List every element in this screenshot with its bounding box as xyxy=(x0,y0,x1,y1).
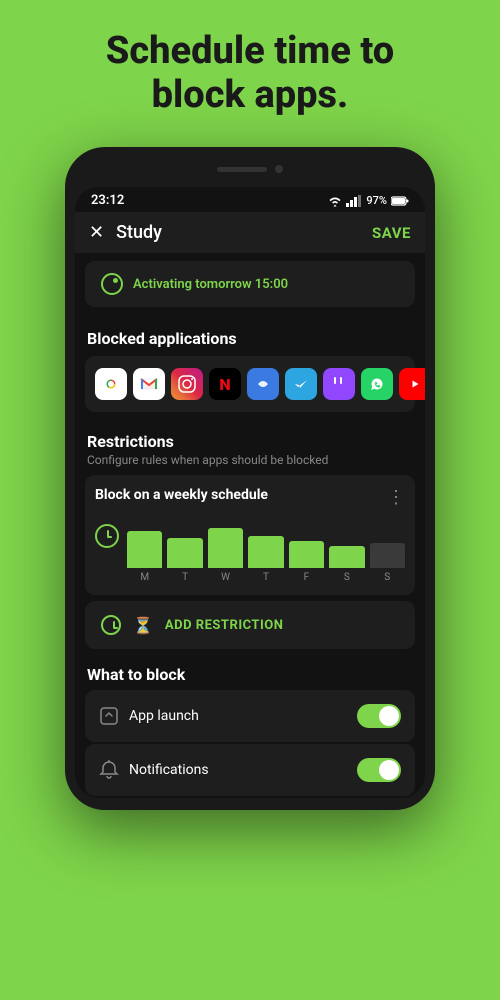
restrictions-title: Restrictions xyxy=(87,432,413,451)
camera-dot xyxy=(275,165,283,173)
save-button[interactable]: SAVE xyxy=(372,224,411,242)
blocked-apps-header: Blocked applications xyxy=(75,315,425,350)
days-row: M T W T F S S xyxy=(127,572,405,583)
title-line1: Schedule time to xyxy=(106,29,394,73)
bar-sun xyxy=(370,543,405,568)
restrictions-subtitle: Configure rules when apps should be bloc… xyxy=(87,453,413,467)
app-launch-toggle-row: App launch xyxy=(85,690,415,742)
activation-banner: Activating tomorrow 15:00 xyxy=(85,261,415,307)
day-thu: T xyxy=(248,572,283,583)
hourglass-icon: ⏳ xyxy=(133,616,153,635)
blocked-apps-title: Blocked applications xyxy=(87,329,413,348)
phone-notch xyxy=(200,159,300,179)
day-sat: S xyxy=(329,572,364,583)
app-icon-telegram[interactable] xyxy=(285,368,317,400)
status-icons: 97% xyxy=(328,194,409,207)
what-to-block-title: What to block xyxy=(87,665,413,684)
phone-notch-area xyxy=(75,159,425,187)
bars-row xyxy=(127,518,405,568)
phone-frame: 23:12 97% xyxy=(0,137,500,810)
app-icon-netflix[interactable]: N xyxy=(209,368,241,400)
app-icon-twitch[interactable] xyxy=(323,368,355,400)
app-launch-toggle[interactable] xyxy=(357,704,401,728)
chart-wrapper: M T W T F S S xyxy=(127,518,405,583)
battery-icon xyxy=(391,196,409,206)
day-tue: T xyxy=(167,572,202,583)
notifications-label: Notifications xyxy=(129,762,347,778)
app-icon-gmail[interactable] xyxy=(133,368,165,400)
phone-screen: 23:12 97% xyxy=(75,187,425,798)
add-restriction-button[interactable]: ⏳ ADD RESTRICTION xyxy=(85,601,415,649)
add-clock-icon xyxy=(101,615,121,635)
chart-title: Block on a weekly schedule xyxy=(95,487,268,503)
app-launch-label: App launch xyxy=(129,708,347,724)
notifications-toggle-row: Notifications xyxy=(85,744,415,796)
add-restriction-label[interactable]: ADD RESTRICTION xyxy=(165,618,284,633)
day-fri: F xyxy=(289,572,324,583)
phone: 23:12 97% xyxy=(65,147,435,810)
bar-tue xyxy=(167,538,202,568)
what-to-block-header: What to block xyxy=(75,655,425,688)
bar-mon xyxy=(127,531,162,569)
clock-icon xyxy=(95,524,119,548)
status-time: 23:12 xyxy=(91,193,124,208)
app-icon-whatsapp[interactable] xyxy=(361,368,393,400)
wifi-icon xyxy=(328,195,342,207)
app-icon-youtube[interactable] xyxy=(399,368,425,400)
signal-icon xyxy=(346,195,362,207)
status-bar: 23:12 97% xyxy=(75,187,425,212)
notifications-icon xyxy=(99,760,119,780)
chart-area: M T W T F S S xyxy=(95,518,405,583)
title-line2: block apps. xyxy=(152,73,349,117)
bar-fri xyxy=(289,541,324,569)
bar-sat xyxy=(329,546,364,569)
chart-more-button[interactable]: ⋮ xyxy=(387,487,405,508)
restrictions-header: Restrictions Configure rules when apps s… xyxy=(75,418,425,469)
app-launch-icon xyxy=(99,706,119,726)
page-title: Schedule time to block apps. xyxy=(0,0,500,137)
activation-icon xyxy=(101,273,123,295)
app-icon-relay[interactable] xyxy=(247,368,279,400)
app-icon-instagram[interactable] xyxy=(171,368,203,400)
clock-side xyxy=(95,518,119,548)
day-sun: S xyxy=(370,572,405,583)
day-wed: W xyxy=(208,572,243,583)
screen-title: Study xyxy=(116,222,360,243)
chart-header: Block on a weekly schedule ⋮ xyxy=(95,487,405,508)
bar-thu xyxy=(248,536,283,569)
battery-text: 97% xyxy=(366,194,387,207)
notifications-toggle[interactable] xyxy=(357,758,401,782)
bar-wed xyxy=(208,528,243,568)
apps-container: N xyxy=(85,356,415,412)
day-mon: M xyxy=(127,572,162,583)
app-bar: ✕ Study SAVE xyxy=(75,212,425,253)
speaker-bar xyxy=(217,167,267,172)
activation-text: Activating tomorrow 15:00 xyxy=(133,277,288,292)
restrictions-box: Block on a weekly schedule ⋮ xyxy=(85,475,415,595)
close-button[interactable]: ✕ xyxy=(89,222,104,243)
app-icon-chrome[interactable] xyxy=(95,368,127,400)
